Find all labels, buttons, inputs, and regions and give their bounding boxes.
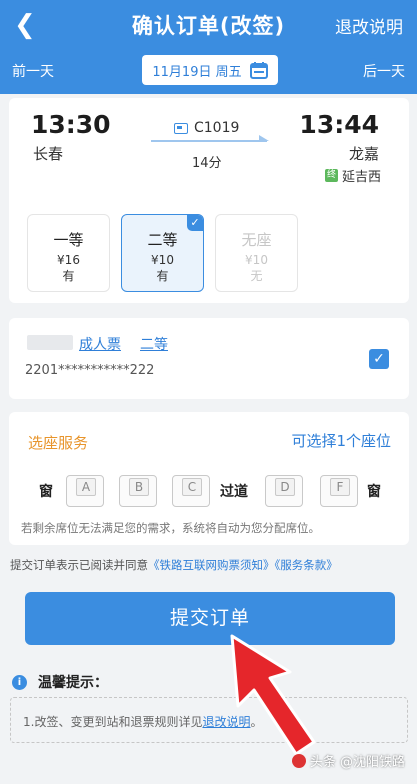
terms-link[interactable]: 《服务条款》 — [275, 558, 338, 572]
seat-letter: F — [330, 478, 350, 496]
seat-allocation-note: 若剩余席位无法满足您的需求，系统将自动为您分配席位。 — [21, 521, 320, 535]
passenger-name-redacted — [27, 335, 73, 350]
seat-option-name: 二等 — [147, 231, 178, 249]
window-left-label: 窗 — [39, 484, 53, 500]
departure-time: 13:30 — [31, 110, 111, 139]
seat-option-name: 无座 — [241, 231, 272, 249]
date-selector[interactable]: 11月19日 周五 — [142, 55, 278, 85]
seat-option-first-class[interactable]: 一等 ¥16 有 — [27, 214, 110, 292]
travel-duration: 14分 — [192, 156, 222, 171]
purchase-notice-link[interactable]: 《铁路互联网购票须知》 — [148, 558, 275, 572]
seat-letter: A — [76, 478, 96, 496]
agreement-prefix: 提交订单表示已阅读并同意 — [10, 558, 148, 572]
seat-letter: B — [129, 478, 149, 496]
ticket-type-link[interactable]: 成人票 — [79, 334, 121, 354]
ticket-icon — [174, 122, 188, 134]
seat-d[interactable]: D — [265, 475, 303, 507]
next-day-button[interactable]: 后一天 — [363, 61, 405, 81]
seat-b[interactable]: B — [119, 475, 157, 507]
seat-f[interactable]: F — [320, 475, 358, 507]
seat-option-price: ¥10 — [245, 253, 268, 267]
seat-c[interactable]: C — [172, 475, 210, 507]
passenger-card: 成人票 二等 2201***********222 ✓ — [9, 318, 409, 399]
check-icon: ✓ — [187, 215, 203, 231]
tips-text-prefix: 1.改签、变更到站和退票规则详见 — [23, 715, 203, 729]
date-label: 11月19日 周五 — [152, 64, 242, 80]
terminal-station: 终 延吉西 — [324, 166, 381, 185]
window-right-label: 窗 — [367, 484, 381, 500]
submit-order-button[interactable]: 提交订单 — [25, 592, 395, 645]
seat-option-availability: 有 — [156, 269, 169, 283]
arrival-station: 龙嘉 — [348, 145, 379, 163]
arrival-time: 13:44 — [299, 110, 379, 139]
seat-a[interactable]: A — [66, 475, 104, 507]
seat-class-link[interactable]: 二等 — [140, 334, 168, 354]
train-number[interactable]: C1019 — [174, 120, 239, 136]
terminal-station-label: 延吉西 — [341, 170, 381, 185]
info-icon: i — [12, 675, 27, 690]
seat-option-price: ¥16 — [57, 253, 80, 267]
seat-option-price: ¥10 — [151, 253, 174, 267]
header-bar: ❮ 确认订单(改签) 退改说明 前一天 11月19日 周五 后一天 — [0, 0, 417, 94]
seat-letter: D — [275, 478, 295, 496]
watermark-text: 头条 @沈阳铁路 — [309, 755, 405, 770]
seat-service-hint: 可选择1个座位 — [291, 432, 391, 450]
aisle-label: 过道 — [220, 484, 248, 500]
seat-map: 窗 A B C 过道 D F 窗 — [39, 475, 384, 507]
watermark: 头条 @沈阳铁路 — [291, 751, 405, 770]
terminal-badge: 终 — [324, 169, 338, 182]
train-number-label: C1019 — [194, 120, 240, 136]
red-pointer-arrow-icon — [230, 634, 316, 756]
departure-station: 长春 — [33, 145, 64, 163]
seat-option-second-class[interactable]: ✓ 二等 ¥10 有 — [121, 214, 204, 292]
prev-day-button[interactable]: 前一天 — [12, 61, 54, 81]
route-arrow-icon — [151, 135, 269, 142]
seat-option-availability: 有 — [62, 269, 75, 283]
seat-option-availability: 无 — [250, 269, 263, 283]
calendar-icon — [249, 61, 268, 79]
watermark-logo-icon — [291, 753, 306, 768]
seat-option-name: 一等 — [53, 231, 84, 249]
refund-rules-link[interactable]: 退改说明 — [335, 13, 403, 38]
agreement-text: 提交订单表示已阅读并同意《铁路互联网购票须知》《服务条款》 — [10, 557, 338, 573]
seat-selection-card: 选座服务 可选择1个座位 窗 A B C 过道 D F 窗 若剩余席位无法满足您… — [9, 412, 409, 545]
tips-title: 温馨提示： — [38, 675, 108, 691]
seat-option-no-seat: 无座 ¥10 无 — [215, 214, 298, 292]
seat-service-title: 选座服务 — [28, 434, 89, 452]
passenger-id-number: 2201***********222 — [25, 363, 155, 378]
seat-letter: C — [182, 478, 202, 496]
passenger-checkbox[interactable]: ✓ — [369, 349, 389, 369]
tips-box: 1.改签、变更到站和退票规则详见退改说明。 — [10, 697, 408, 743]
train-info-card: 13:30 长春 C1019 14分 13:44 龙嘉 终 延吉西 一等 ¥16… — [9, 98, 409, 303]
